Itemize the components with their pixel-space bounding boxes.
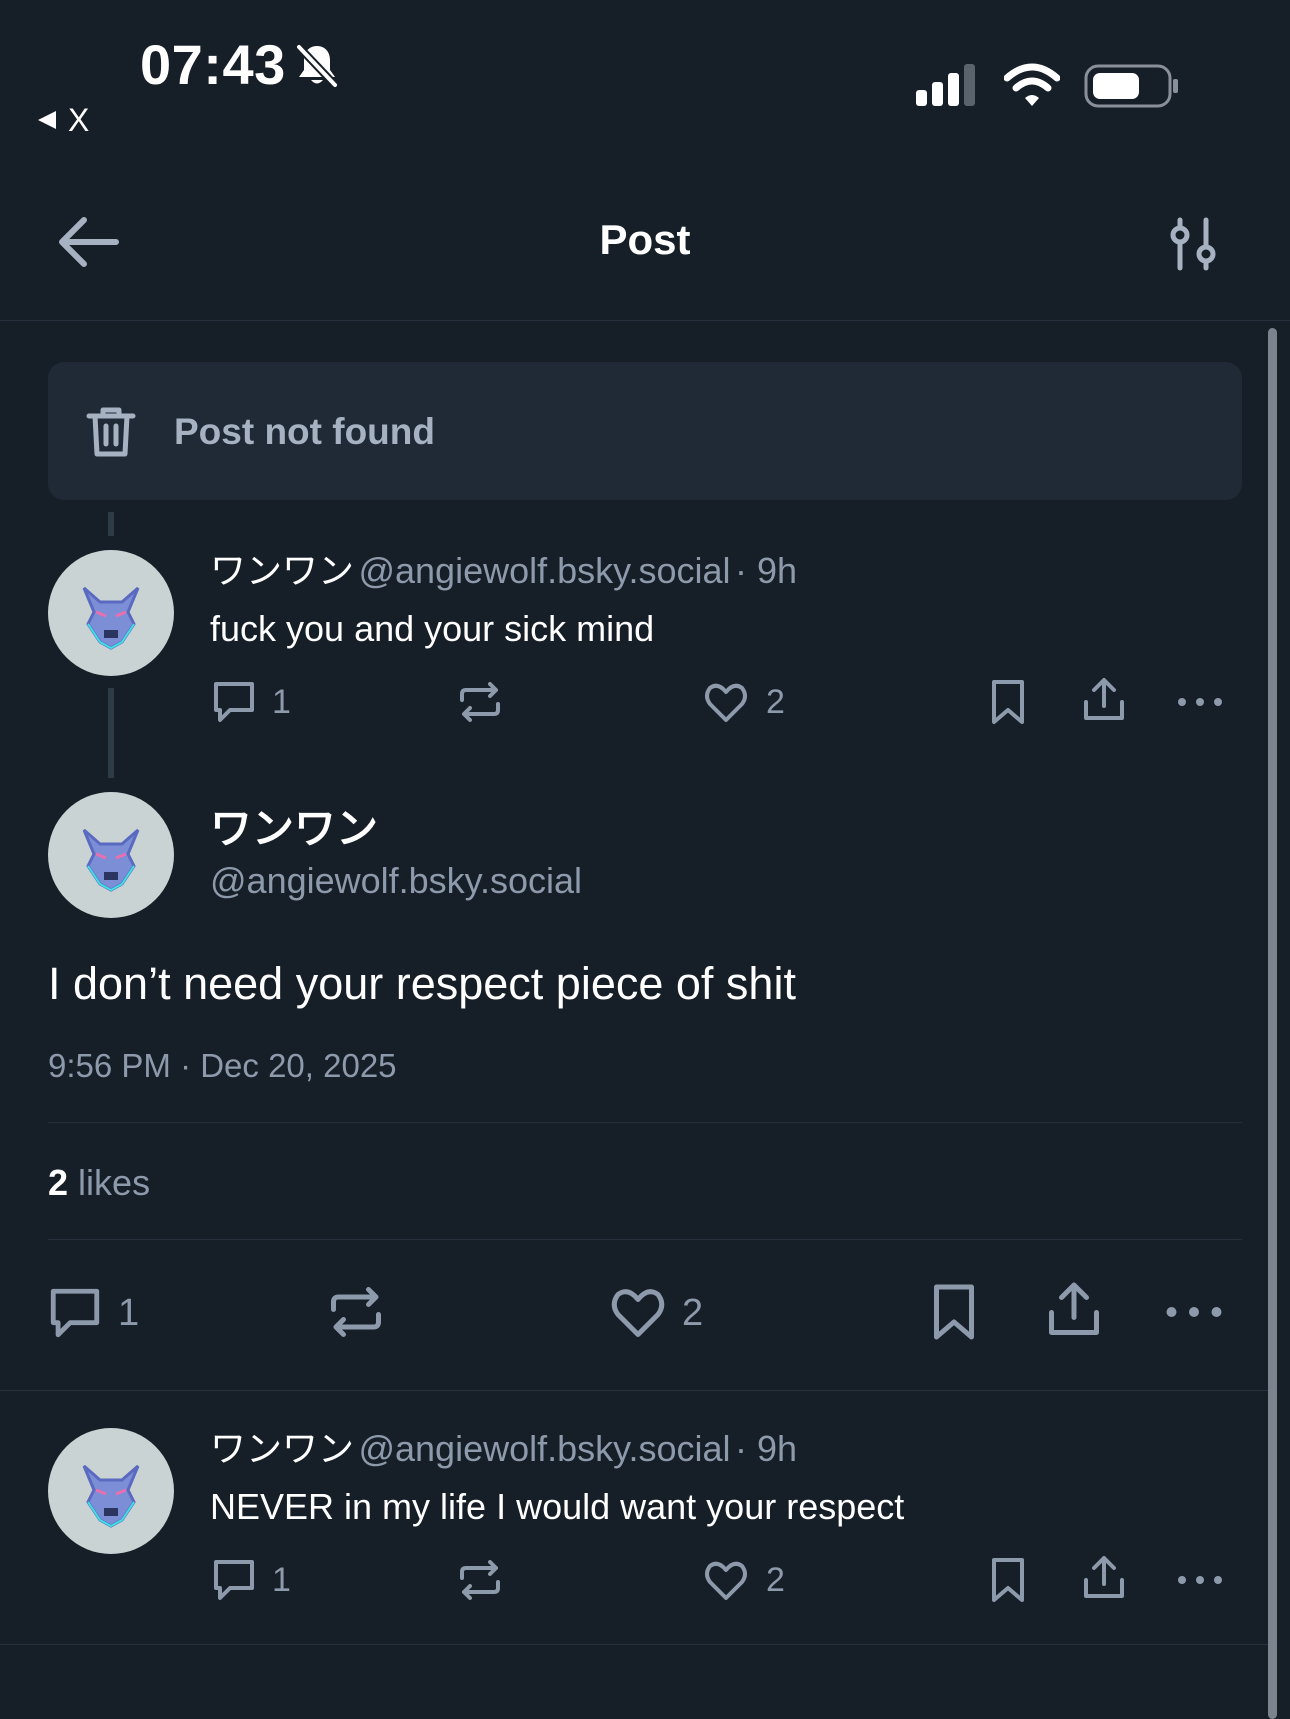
share-button[interactable] (1080, 676, 1128, 724)
reply-count: 1 (272, 1561, 291, 1599)
share-button[interactable] (1080, 1554, 1128, 1602)
more-options-button[interactable] (1176, 1556, 1224, 1604)
post-text: NEVER in my life I would want your respe… (210, 1486, 905, 1527)
bell-muted-icon (292, 40, 342, 90)
like-count: 2 (766, 683, 785, 721)
ellipsis-icon (1178, 698, 1222, 706)
repost-icon (460, 682, 500, 722)
heart-icon (705, 683, 747, 722)
heart-icon (611, 1289, 665, 1337)
post-timestamp: 9:56 PM · Dec 20, 2025 (48, 1047, 397, 1084)
trash-icon (86, 406, 136, 458)
bookmark-button[interactable] (924, 1282, 984, 1342)
comment-icon (50, 1288, 100, 1338)
repost-button[interactable] (456, 678, 504, 726)
triangle-left-icon (38, 111, 56, 129)
wolf-avatar-icon (82, 1464, 140, 1528)
post-text: fuck you and your sick mind (210, 608, 655, 649)
thread-line (108, 688, 114, 778)
like-count: 2 (766, 1561, 785, 1599)
author-handle[interactable]: @angiewolf.bsky.social (358, 1428, 730, 1469)
reply-button[interactable] (46, 1284, 104, 1342)
share-icon (1084, 1556, 1124, 1598)
header-divider (0, 320, 1290, 321)
repost-button[interactable] (326, 1282, 386, 1342)
post-time: · 9h (734, 550, 798, 591)
likes-label: likes (78, 1162, 151, 1203)
author-name[interactable]: ワンワン (210, 550, 354, 591)
author-name[interactable]: ワンワン (210, 804, 378, 854)
bookmark-icon (992, 680, 1024, 724)
like-count: 2 (682, 1292, 704, 1334)
heart-icon (705, 1561, 747, 1600)
back-app-label: X (68, 102, 90, 138)
wolf-avatar-icon (82, 828, 140, 892)
status-time: 07:43 (140, 33, 286, 96)
repost-icon (460, 1560, 500, 1600)
post-time: · 9h (734, 1428, 798, 1469)
avatar[interactable] (48, 792, 174, 918)
wolf-avatar-icon (82, 586, 140, 650)
share-icon (1049, 1282, 1099, 1335)
author-name[interactable]: ワンワン (210, 1428, 354, 1469)
thread-line (108, 512, 114, 536)
wifi-icon (1004, 62, 1060, 108)
repost-icon (331, 1287, 381, 1337)
ellipsis-icon (1166, 1307, 1222, 1317)
reply-count: 1 (118, 1292, 140, 1334)
like-button[interactable] (702, 1556, 750, 1604)
ellipsis-icon (1178, 1576, 1222, 1584)
reply-button[interactable] (210, 678, 258, 726)
divider (48, 1122, 1242, 1123)
divider (0, 1644, 1268, 1645)
likes-summary[interactable]: 2 likes (48, 1160, 150, 1206)
bookmark-icon (992, 1558, 1024, 1602)
page-title: Post (599, 216, 691, 263)
bookmark-icon (934, 1284, 974, 1340)
divider (0, 1390, 1268, 1391)
more-options-button[interactable] (1176, 678, 1224, 726)
comment-icon (214, 1560, 254, 1600)
scrollbar[interactable] (1268, 328, 1277, 1719)
comment-icon (214, 682, 254, 722)
like-button[interactable] (608, 1282, 668, 1342)
author-handle[interactable]: @angiewolf.bsky.social (210, 858, 582, 904)
post-text: I don’t need your respect piece of shit (48, 958, 796, 1009)
more-options-button[interactable] (1164, 1282, 1224, 1342)
repost-button[interactable] (456, 1556, 504, 1604)
cellular-signal-icon (914, 62, 980, 108)
bookmark-button[interactable] (984, 1556, 1032, 1604)
back-to-app-link[interactable]: X (36, 100, 89, 140)
like-button[interactable] (702, 678, 750, 726)
divider (48, 1239, 1242, 1240)
post-not-found-text: Post not found (174, 411, 435, 452)
battery-icon (1084, 64, 1180, 108)
reply-button[interactable] (210, 1556, 258, 1604)
avatar[interactable] (48, 1428, 174, 1554)
bookmark-button[interactable] (984, 678, 1032, 726)
reply-count: 1 (272, 683, 291, 721)
avatar[interactable] (48, 550, 174, 676)
likes-number: 2 (48, 1162, 69, 1203)
thread-settings-icon[interactable] (1166, 216, 1222, 272)
author-handle[interactable]: @angiewolf.bsky.social (358, 550, 730, 591)
share-icon (1084, 678, 1124, 720)
share-button[interactable] (1044, 1280, 1104, 1340)
